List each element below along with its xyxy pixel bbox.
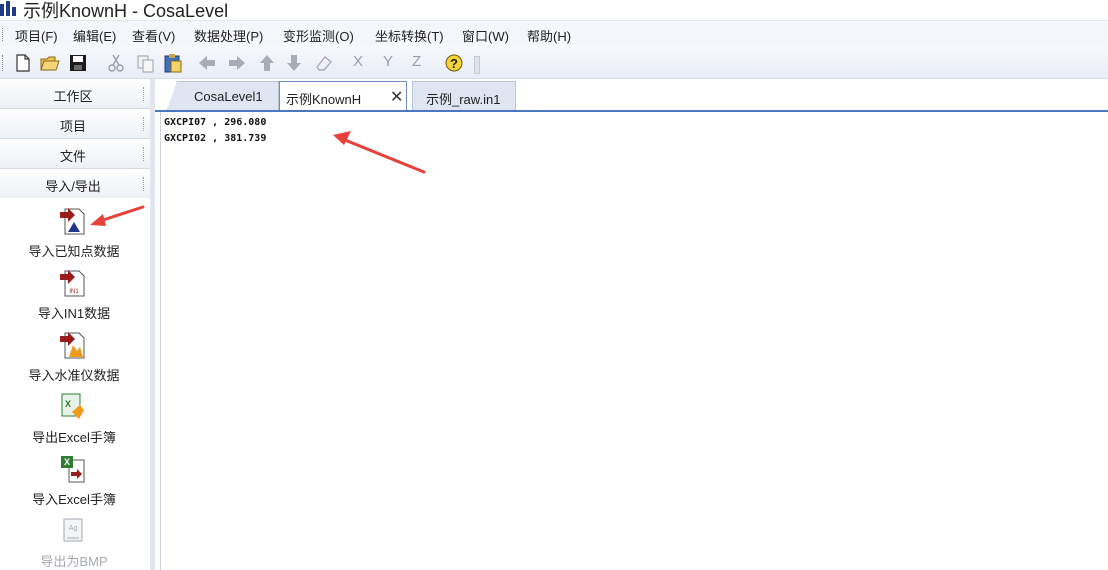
menu-data-processing[interactable]: 数据处理(P) [194,26,263,45]
arrow-right-icon[interactable] [227,53,247,73]
import-level-button[interactable]: 导入水准仪数据 [0,330,150,392]
editor-line: GXCPI02 , 381.739 [164,133,267,144]
import-known-points-label: 导入已知点数据 [28,244,120,259]
export-bmp-button[interactable]: Ag 导出为BMP [0,516,150,570]
z-axis-button[interactable]: Z [412,53,421,70]
section-import-export-label: 导入/导出 [45,179,101,194]
import-level-icon [60,332,85,359]
export-bmp-label: 导出为BMP [40,554,108,569]
menu-view[interactable]: 查看(V) [132,26,175,45]
toolbar: X Y Z ? [0,46,1108,79]
menu-deformation[interactable]: 变形监测(O) [283,26,354,45]
menu-bar: 项目(F) 编辑(E) 查看(V) 数据处理(P) 变形监测(O) 坐标转换(T… [0,20,1108,46]
svg-text:?: ? [450,56,458,71]
menu-grip[interactable] [2,28,5,41]
left-panel: 工作区 项目 文件 导入/导出 导入已知点数据 IN1 导入IN1数据 导入水准… [0,79,155,570]
svg-text:Ag: Ag [69,525,78,532]
tab-cosalevel1-label: CosaLevel1 [194,89,263,104]
text-editor[interactable]: GXCPI07 , 296.080 GXCPI02 , 381.739 [160,112,1108,570]
import-excel-button[interactable]: X 导入Excel手簿 [0,454,150,516]
tab-raw-in1-label: 示例_raw.in1 [426,92,501,107]
import-excel-icon: X [61,456,85,483]
panel-splitter[interactable] [150,79,155,570]
new-file-icon[interactable] [13,53,33,73]
section-project[interactable]: 项目 [0,109,150,139]
document-tabs: CosaLevel1 示例KnownH ✕ 示例_raw.in1 [155,79,1108,112]
eraser-icon[interactable] [314,53,334,73]
x-axis-button[interactable]: X [353,53,363,70]
menu-project[interactable]: 项目(F) [15,26,58,45]
toolbar-overflow-button[interactable] [474,56,480,74]
svg-text:X: X [64,457,70,467]
menu-window[interactable]: 窗口(W) [462,26,509,45]
import-known-points-button[interactable]: 导入已知点数据 [0,206,150,268]
y-axis-button[interactable]: Y [383,53,393,70]
import-excel-label: 导入Excel手簿 [32,492,116,507]
menu-coordinate[interactable]: 坐标转换(T) [375,26,444,45]
paste-icon[interactable] [163,53,183,73]
import-in1-button[interactable]: IN1 导入IN1数据 [0,268,150,330]
svg-text:X: X [65,399,71,409]
help-icon[interactable]: ? [444,53,464,73]
section-file-label: 文件 [59,149,86,164]
export-excel-button[interactable]: X 导出Excel手簿 [0,392,150,454]
copy-icon[interactable] [136,53,156,73]
arrow-down-icon[interactable] [284,53,304,73]
section-workspace-label: 工作区 [53,89,93,104]
import-in1-label: 导入IN1数据 [37,306,111,321]
section-file[interactable]: 文件 [0,139,150,169]
section-workspace[interactable]: 工作区 [0,79,150,109]
toolbar-grip[interactable] [2,55,5,71]
tab-known-h[interactable]: 示例KnownH ✕ [279,81,407,110]
import-known-points-icon [60,208,85,235]
import-level-label: 导入水准仪数据 [28,368,120,383]
save-icon[interactable] [68,53,88,73]
app-logo-icon [0,1,16,16]
export-excel-icon: X [61,393,84,419]
section-import-export[interactable]: 导入/导出 [0,169,150,199]
arrow-up-icon[interactable] [257,53,277,73]
menu-help[interactable]: 帮助(H) [527,26,571,45]
cut-icon[interactable] [106,53,126,73]
tab-known-h-label: 示例KnownH [286,92,362,107]
import-export-commands: 导入已知点数据 IN1 导入IN1数据 导入水准仪数据 X 导出Excel手簿 … [0,198,150,570]
section-project-label: 项目 [59,119,86,134]
svg-text:IN1: IN1 [69,289,79,295]
arrow-left-icon[interactable] [197,53,217,73]
tab-raw-in1[interactable]: 示例_raw.in1 [412,81,516,110]
export-excel-label: 导出Excel手簿 [32,430,116,445]
import-in1-icon: IN1 [60,270,85,297]
tab-cosalevel1[interactable]: CosaLevel1 [167,81,279,110]
title-bar: 示例KnownH - CosaLevel [0,0,1108,21]
close-icon[interactable]: ✕ [390,87,403,107]
menu-edit[interactable]: 编辑(E) [73,26,116,45]
open-folder-icon[interactable] [40,53,60,73]
editor-line: GXCPI07 , 296.080 [164,117,267,128]
export-bmp-icon: Ag [63,518,83,542]
